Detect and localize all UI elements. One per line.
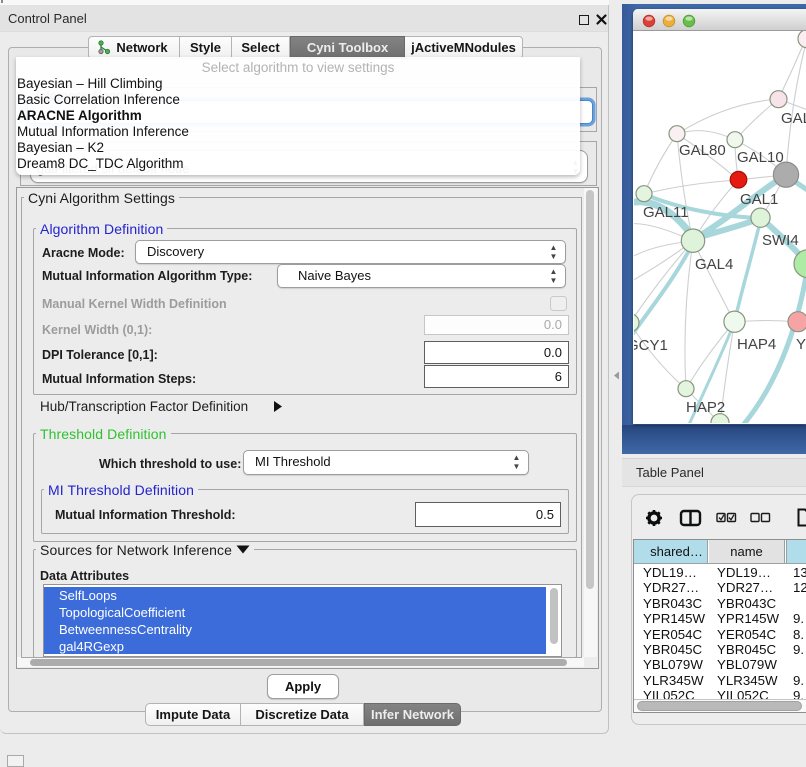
- svg-text:GAL1: GAL1: [740, 191, 778, 208]
- svg-text:GAL4: GAL4: [695, 256, 733, 273]
- svg-text:GAL80: GAL80: [679, 142, 726, 159]
- svg-text:GCY1: GCY1: [634, 337, 668, 354]
- svg-text:GAL10: GAL10: [737, 149, 784, 166]
- svg-text:GAL11: GAL11: [643, 204, 689, 221]
- svg-text:GAL7: GAL7: [781, 110, 806, 127]
- svg-text:SWI4: SWI4: [762, 232, 799, 249]
- svg-text:HAP2: HAP2: [686, 399, 725, 416]
- svg-text:YM: YM: [796, 336, 806, 353]
- svg-text:HAP4: HAP4: [737, 336, 776, 353]
